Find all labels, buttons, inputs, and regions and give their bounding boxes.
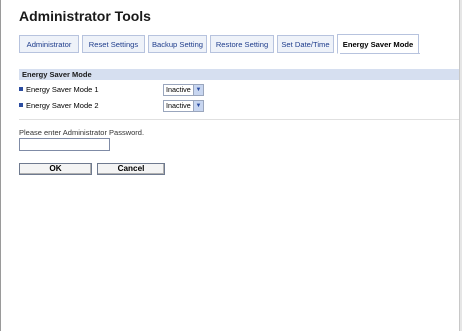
energy-saver-mode-1-select[interactable]: Inactive ▼ [163, 84, 204, 96]
chevron-down-icon[interactable]: ▼ [193, 85, 203, 95]
setting-label: Energy Saver Mode 2 [26, 101, 99, 110]
chevron-down-icon[interactable]: ▼ [193, 101, 203, 111]
square-bullet-icon [19, 103, 23, 108]
tab-administrator[interactable]: Administrator [19, 35, 79, 53]
square-bullet-icon [19, 87, 23, 92]
energy-saver-mode-2-select[interactable]: Inactive ▼ [163, 100, 204, 112]
password-label: Please enter Administrator Password. [19, 128, 145, 137]
section-heading: Energy Saver Mode [19, 69, 459, 80]
select-value: Inactive [166, 85, 191, 94]
setting-label: Energy Saver Mode 1 [26, 85, 99, 94]
cancel-button[interactable]: Cancel [97, 163, 165, 175]
tab-restore-setting[interactable]: Restore Setting [210, 35, 274, 53]
page-title: Administrator Tools [19, 8, 151, 24]
window-left-border [0, 0, 1, 331]
tab-reset-settings[interactable]: Reset Settings [82, 35, 145, 53]
tab-backup-setting[interactable]: Backup Setting [148, 35, 207, 53]
select-value: Inactive [166, 101, 191, 110]
tab-set-date-time[interactable]: Set Date/Time [277, 35, 334, 53]
admin-password-field[interactable] [19, 138, 110, 151]
tab-underline [340, 53, 420, 54]
ok-button[interactable]: OK [19, 163, 92, 175]
tab-energy-saver-mode[interactable]: Energy Saver Mode [337, 34, 419, 54]
setting-row-energy-saver-1: Energy Saver Mode 1 [19, 83, 99, 97]
section-divider [19, 119, 459, 120]
setting-row-energy-saver-2: Energy Saver Mode 2 [19, 99, 99, 113]
